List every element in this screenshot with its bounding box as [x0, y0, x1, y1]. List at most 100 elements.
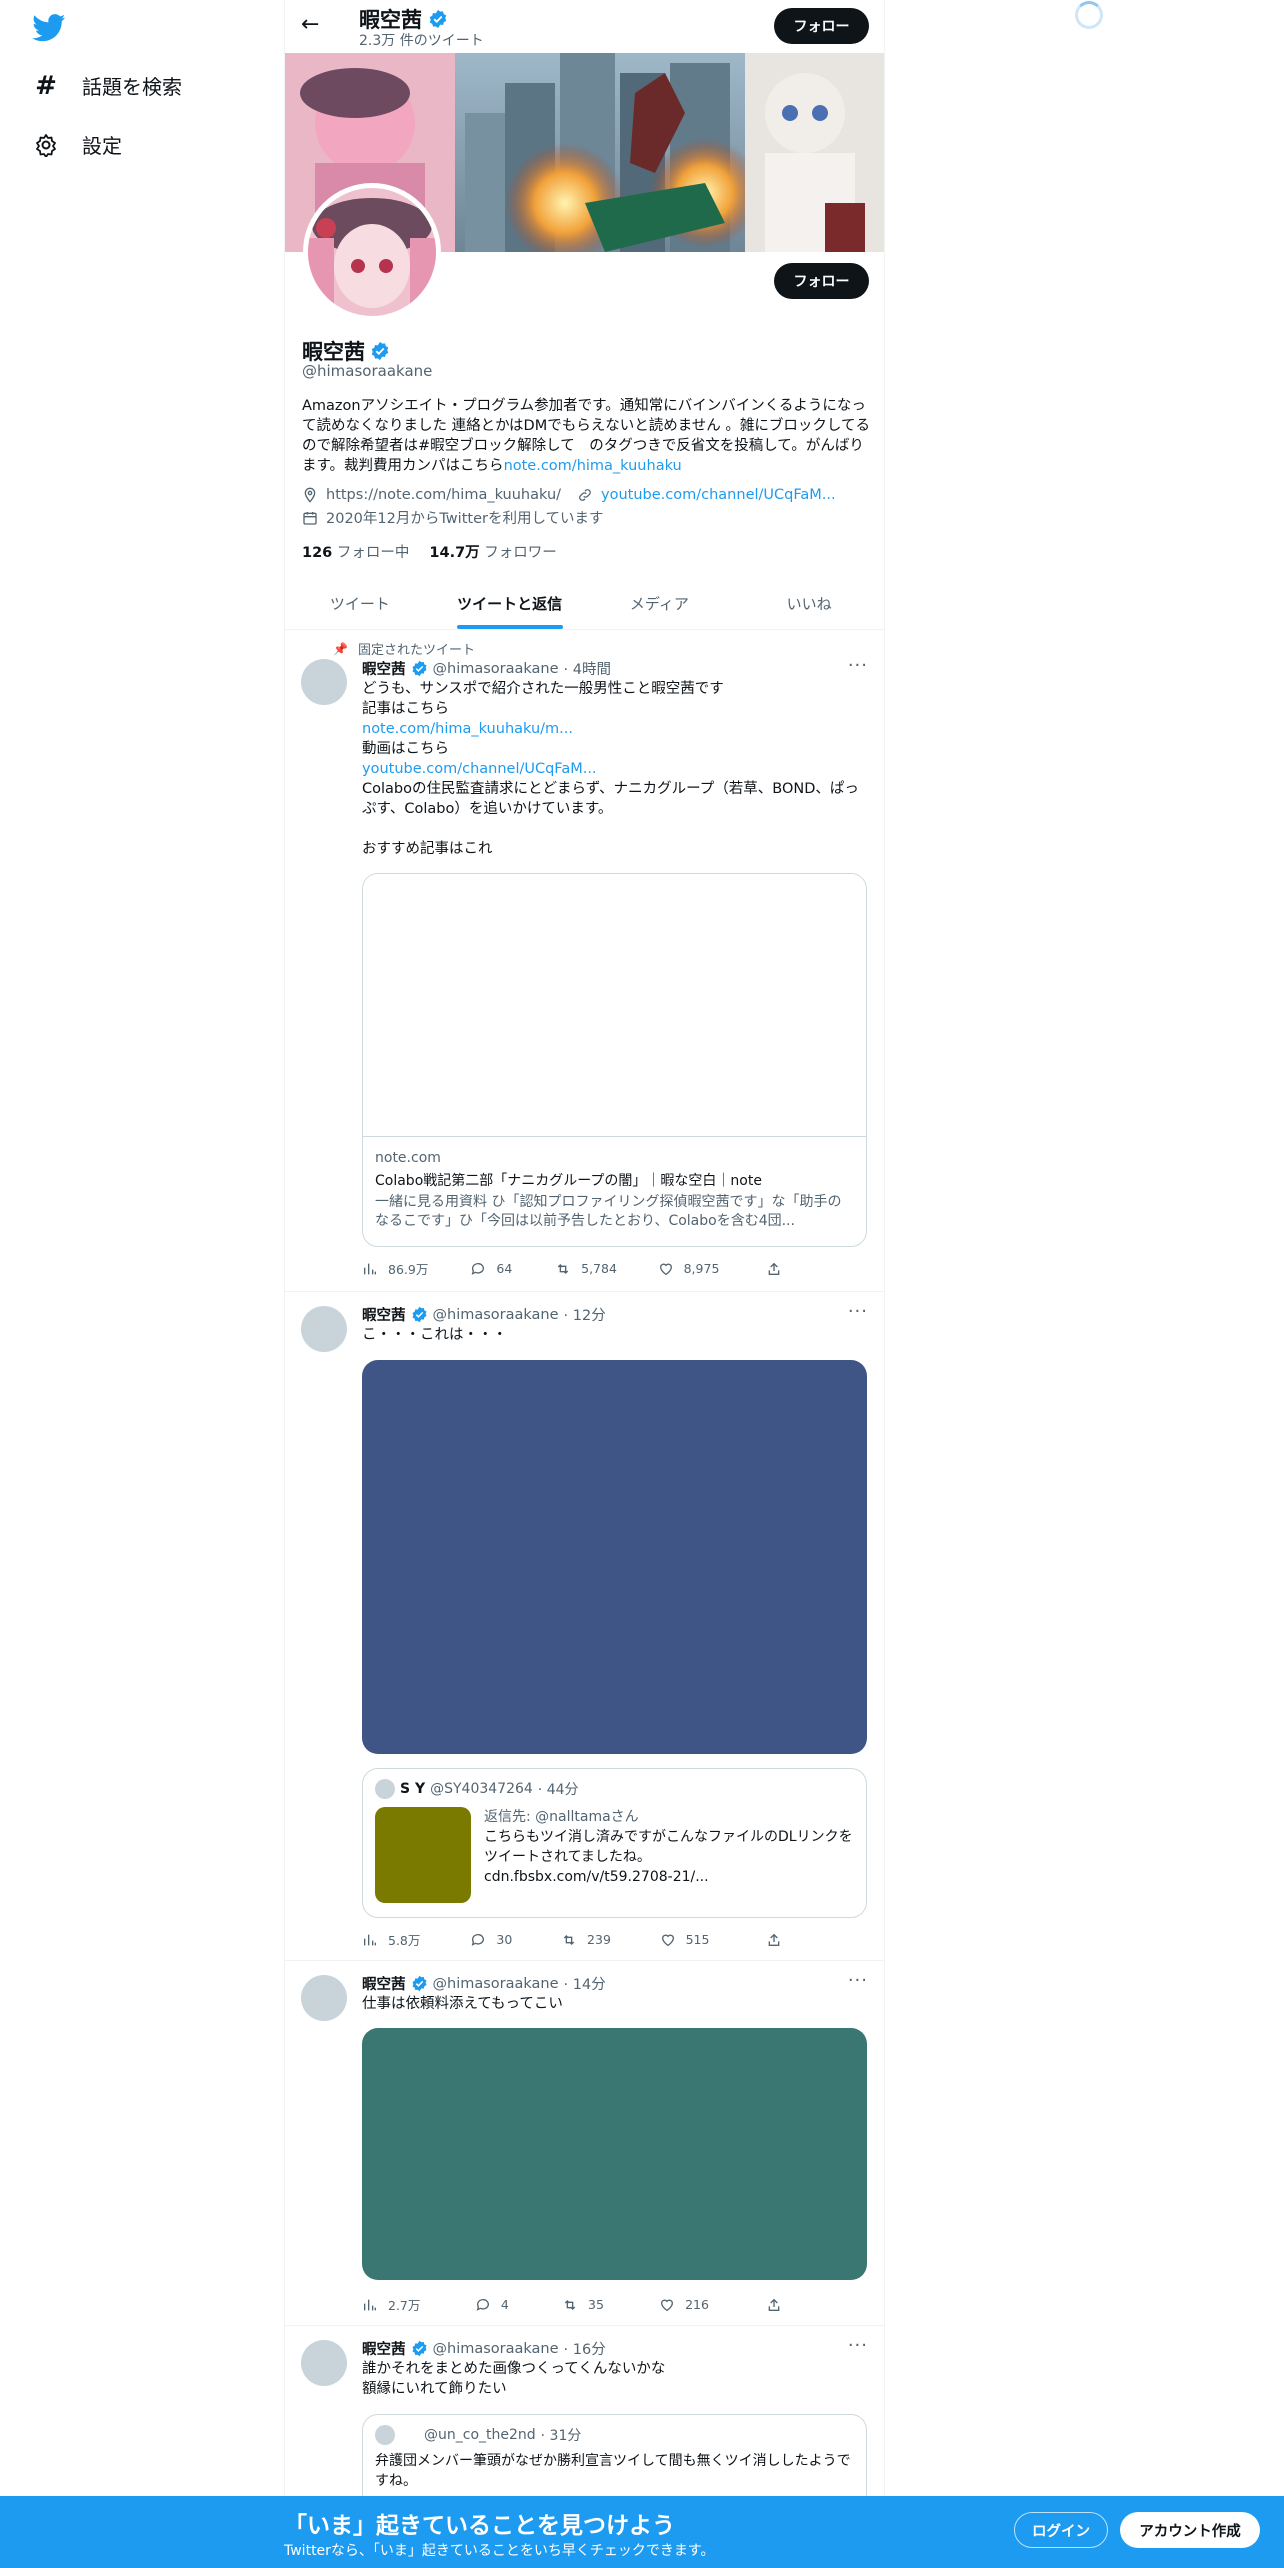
tweet[interactable]: 暇空茜 @himasoraakane · 12分 ··· こ・・・これは・・・ …	[285, 1292, 884, 1961]
hashtag-icon: #	[35, 70, 57, 101]
gear-icon	[32, 131, 60, 159]
signup-button[interactable]: アカウント作成	[1120, 2512, 1260, 2548]
profile-location: https://note.com/hima_kuuhaku/	[326, 487, 562, 503]
reply-button[interactable]: 64	[470, 1259, 555, 1278]
signup-prompt-subtitle: Twitterなら、「いま」起きていることをいち早くチェックできます。	[284, 2543, 715, 2559]
retweet-icon	[564, 2299, 576, 2310]
tweet-image[interactable]	[362, 2028, 867, 2280]
verified-badge-icon	[411, 660, 427, 677]
views-button[interactable]: 86.9万	[362, 1259, 470, 1278]
analytics-icon	[364, 2299, 376, 2310]
back-arrow-icon[interactable]: ←	[301, 12, 319, 37]
avatar[interactable]	[301, 1975, 347, 2021]
link-card-image	[363, 874, 866, 1137]
avatar	[375, 1779, 395, 1799]
retweet-button[interactable]: 5,784	[555, 1259, 657, 1278]
quote-text: 弁護団メンバー筆頭がなぜか勝利宣言ツイして間も無くツイ消ししたようですね。	[375, 2453, 851, 2489]
quote-tweet[interactable]: S Y @SY40347264 · 44分 返信先: @nalltamaさん こ…	[362, 1768, 867, 1918]
like-button[interactable]: 216	[659, 2295, 766, 2314]
profile-joined: 2020年12月からTwitterを利用しています	[302, 507, 604, 528]
verified-badge-icon	[411, 1975, 427, 1992]
more-options-icon[interactable]: ···	[848, 1970, 868, 1991]
heart-icon	[659, 1263, 672, 1275]
tab-likes[interactable]: いいね	[734, 577, 884, 629]
tab-media[interactable]: メディア	[585, 577, 735, 629]
verified-badge-icon	[411, 2340, 427, 2357]
profile-handle: @himasoraakane	[302, 362, 433, 380]
profile-follow-button[interactable]: フォロー	[774, 263, 869, 299]
tweet[interactable]: 暇空茜 @himasoraakane · 14分 ··· 仕事は依頼料添えてもっ…	[285, 1961, 884, 2326]
link-card[interactable]: note.com Colabo戦記第二部「ナニカグループの闇」｜暇な空白｜not…	[362, 873, 867, 1247]
like-button[interactable]: 8,975	[658, 1259, 766, 1278]
main-column: ← 暇空茜 2.3万 件のツイート フォロー フォロー 暇空茜 @himasor…	[284, 0, 885, 2568]
quote-reply-to: 返信先: @nalltamaさん	[484, 1809, 639, 1825]
tweet-text: 誰かそれをまとめた画像つくってくんないかな 額縁にいれて飾りたい	[362, 2361, 666, 2397]
reply-icon	[472, 1933, 485, 1946]
signup-prompt-bar: 「いま」起きていることを見つけよう Twitterなら、「いま」起きていることを…	[0, 2496, 1284, 2568]
share-button[interactable]	[766, 1259, 782, 1278]
share-icon	[768, 2298, 780, 2311]
heart-icon	[661, 2299, 674, 2311]
tweet-link[interactable]: youtube.com/channel/UCqFaM...	[362, 761, 597, 777]
following-link[interactable]: 126 フォロー中	[302, 541, 409, 562]
nav-settings[interactable]: 設定	[32, 130, 122, 159]
quote-thumbnail	[375, 1807, 471, 1903]
quote-header: S Y @SY40347264 · 44分	[375, 1779, 579, 1799]
tab-tweets-and-replies[interactable]: ツイートと返信	[435, 577, 585, 629]
share-button[interactable]	[766, 1930, 782, 1949]
header-follow-button[interactable]: フォロー	[774, 8, 869, 44]
profile-bio: Amazonアソシエイト・プログラム参加者です。通知常にバインバインくるようにな…	[302, 396, 872, 476]
retweet-button[interactable]: 239	[561, 1930, 660, 1949]
tweet-actions: 86.9万 64 5,784 8,975	[362, 1259, 782, 1278]
retweet-icon	[563, 1934, 575, 1945]
link-icon	[579, 489, 591, 501]
reply-icon	[476, 2298, 489, 2311]
avatar[interactable]	[301, 2340, 347, 2386]
avatar[interactable]	[301, 659, 347, 705]
tab-tweets[interactable]: ツイート	[285, 577, 435, 629]
avatar	[375, 2425, 395, 2445]
reply-icon	[472, 1262, 485, 1275]
profile-website-link[interactable]: youtube.com/channel/UCqFaM...	[601, 487, 836, 503]
share-button[interactable]	[766, 2295, 782, 2314]
login-button[interactable]: ログイン	[1014, 2512, 1108, 2548]
tweet-link[interactable]: note.com/hima_kuuhaku/m...	[362, 721, 573, 737]
tweet-pinned[interactable]: 📌 固定されたツイート 暇空茜 @himasoraakane · 4時間 ···…	[285, 631, 884, 1292]
tweet-header: 暇空茜 @himasoraakane · 14分	[362, 1975, 606, 1994]
nav-explore[interactable]: # 話題を検索	[32, 70, 182, 101]
header-tweet-count: 2.3万 件のツイート	[359, 33, 484, 49]
avatar[interactable]	[301, 1306, 347, 1352]
reply-button[interactable]: 30	[470, 1930, 561, 1949]
profile-meta-links: https://note.com/hima_kuuhaku/ youtube.c…	[302, 487, 836, 503]
nav-settings-label: 設定	[82, 134, 122, 158]
twitter-bird-icon[interactable]	[32, 14, 66, 42]
pin-icon: 📌	[333, 641, 348, 656]
retweet-icon	[557, 1263, 569, 1274]
retweet-button[interactable]: 35	[562, 2295, 659, 2314]
tweet-header: 暇空茜 @himasoraakane · 16分	[362, 2340, 606, 2359]
tweet-header: 暇空茜 @himasoraakane · 12分	[362, 1306, 606, 1325]
quote-link: cdn.fbsbx.com/v/t59.2708-21/...	[484, 1869, 709, 1885]
more-options-icon[interactable]: ···	[848, 2335, 868, 2356]
views-button[interactable]: 2.7万	[362, 2295, 475, 2314]
views-button[interactable]: 5.8万	[362, 1930, 470, 1949]
profile-tabs: ツイート ツイートと返信 メディア いいね	[285, 577, 884, 630]
tweet-image[interactable]	[362, 1360, 867, 1754]
share-icon	[768, 1262, 780, 1275]
tweet-text: こ・・・これは・・・	[362, 1327, 507, 1343]
more-options-icon[interactable]: ···	[848, 655, 868, 676]
pinned-indicator: 📌 固定されたツイート	[333, 641, 475, 659]
tweet-header: 暇空茜 @himasoraakane · 4時間	[362, 660, 611, 679]
verified-badge-icon	[411, 1306, 427, 1323]
link-card-domain: note.com	[375, 1150, 441, 1166]
bio-link[interactable]: note.com/hima_kuuhaku	[504, 458, 682, 474]
followers-link[interactable]: 14.7万 フォロワー	[429, 541, 556, 562]
tweet-actions: 5.8万 30 239 515	[362, 1930, 782, 1949]
tweet-text: 仕事は依頼料添えてもってこい	[362, 1996, 563, 2012]
like-button[interactable]: 515	[660, 1930, 766, 1949]
calendar-icon	[303, 511, 317, 525]
profile-avatar[interactable]	[303, 183, 441, 321]
reply-button[interactable]: 4	[475, 2295, 562, 2314]
nav-explore-label: 話題を検索	[82, 75, 182, 99]
more-options-icon[interactable]: ···	[848, 1301, 868, 1322]
